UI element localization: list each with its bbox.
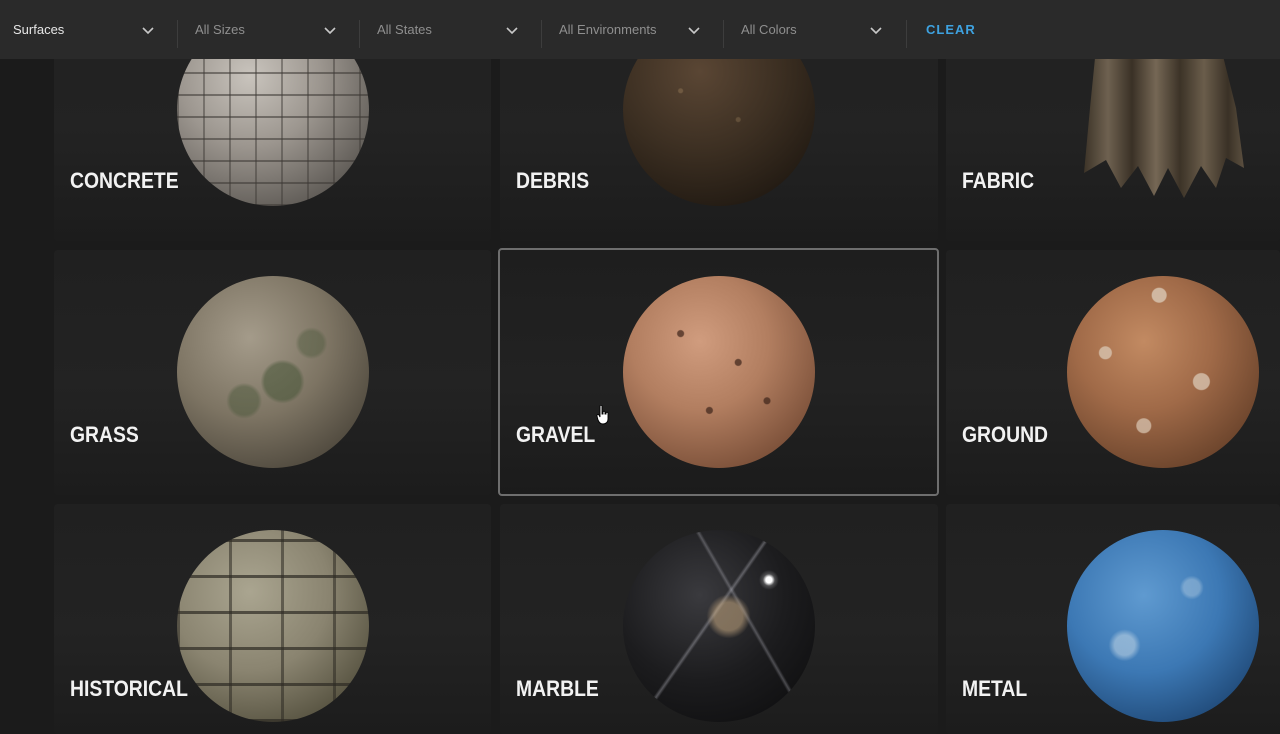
filter-dropdown-sizes[interactable]: All Sizes — [195, 0, 336, 59]
hand-cursor-icon — [596, 405, 609, 425]
card-title: MARBLE — [516, 676, 599, 701]
card-title: FABRIC — [962, 168, 1035, 193]
chevron-down-icon — [142, 27, 154, 35]
toolbar-divider — [906, 20, 907, 48]
category-card-gravel[interactable]: GRAVEL — [498, 248, 939, 496]
marble-sphere-image — [623, 530, 815, 722]
filter-label: All Environments — [559, 22, 657, 37]
category-card-ground[interactable]: GROUND — [946, 250, 1280, 495]
filter-label: All Colors — [741, 22, 797, 37]
card-title: GRASS — [70, 422, 139, 447]
ground-sphere-image — [1067, 276, 1259, 468]
card-title: METAL — [962, 676, 1028, 701]
fabric-cloth-image — [1084, 48, 1244, 198]
filter-label: Surfaces — [13, 22, 65, 37]
chevron-down-icon — [870, 27, 882, 35]
filter-dropdown-category[interactable]: Surfaces — [13, 0, 154, 59]
category-card-metal[interactable]: METAL — [946, 504, 1280, 734]
filter-dropdown-environments[interactable]: All Environments — [559, 0, 700, 59]
toolbar-divider — [359, 20, 360, 48]
category-card-grass[interactable]: GRASS — [54, 250, 491, 495]
card-title: CONCRETE — [70, 168, 179, 193]
category-grid: CONCRETE DEBRIS FABRIC GRASS GRAVEL GROU… — [0, 0, 1280, 734]
card-title: GRAVEL — [516, 422, 596, 447]
category-card-historical[interactable]: HISTORICAL — [54, 504, 491, 734]
filter-label: All States — [377, 22, 432, 37]
card-title: HISTORICAL — [70, 676, 188, 701]
toolbar-divider — [177, 20, 178, 48]
chevron-down-icon — [688, 27, 700, 35]
category-card-marble[interactable]: MARBLE — [500, 504, 938, 734]
grass-sphere-image — [177, 276, 369, 468]
filter-dropdown-states[interactable]: All States — [377, 0, 518, 59]
toolbar-divider — [723, 20, 724, 48]
chevron-down-icon — [506, 27, 518, 35]
filter-label: All Sizes — [195, 22, 245, 37]
card-title: DEBRIS — [516, 168, 590, 193]
historical-sphere-image — [177, 530, 369, 722]
card-title: GROUND — [962, 422, 1049, 447]
filter-toolbar: Surfaces All Sizes All States All Enviro… — [0, 0, 1280, 59]
metal-sphere-image — [1067, 530, 1259, 722]
chevron-down-icon — [324, 27, 336, 35]
gravel-sphere-image — [623, 276, 815, 468]
toolbar-divider — [541, 20, 542, 48]
clear-filters-button[interactable]: CLEAR — [926, 0, 976, 59]
filter-dropdown-colors[interactable]: All Colors — [741, 0, 882, 59]
